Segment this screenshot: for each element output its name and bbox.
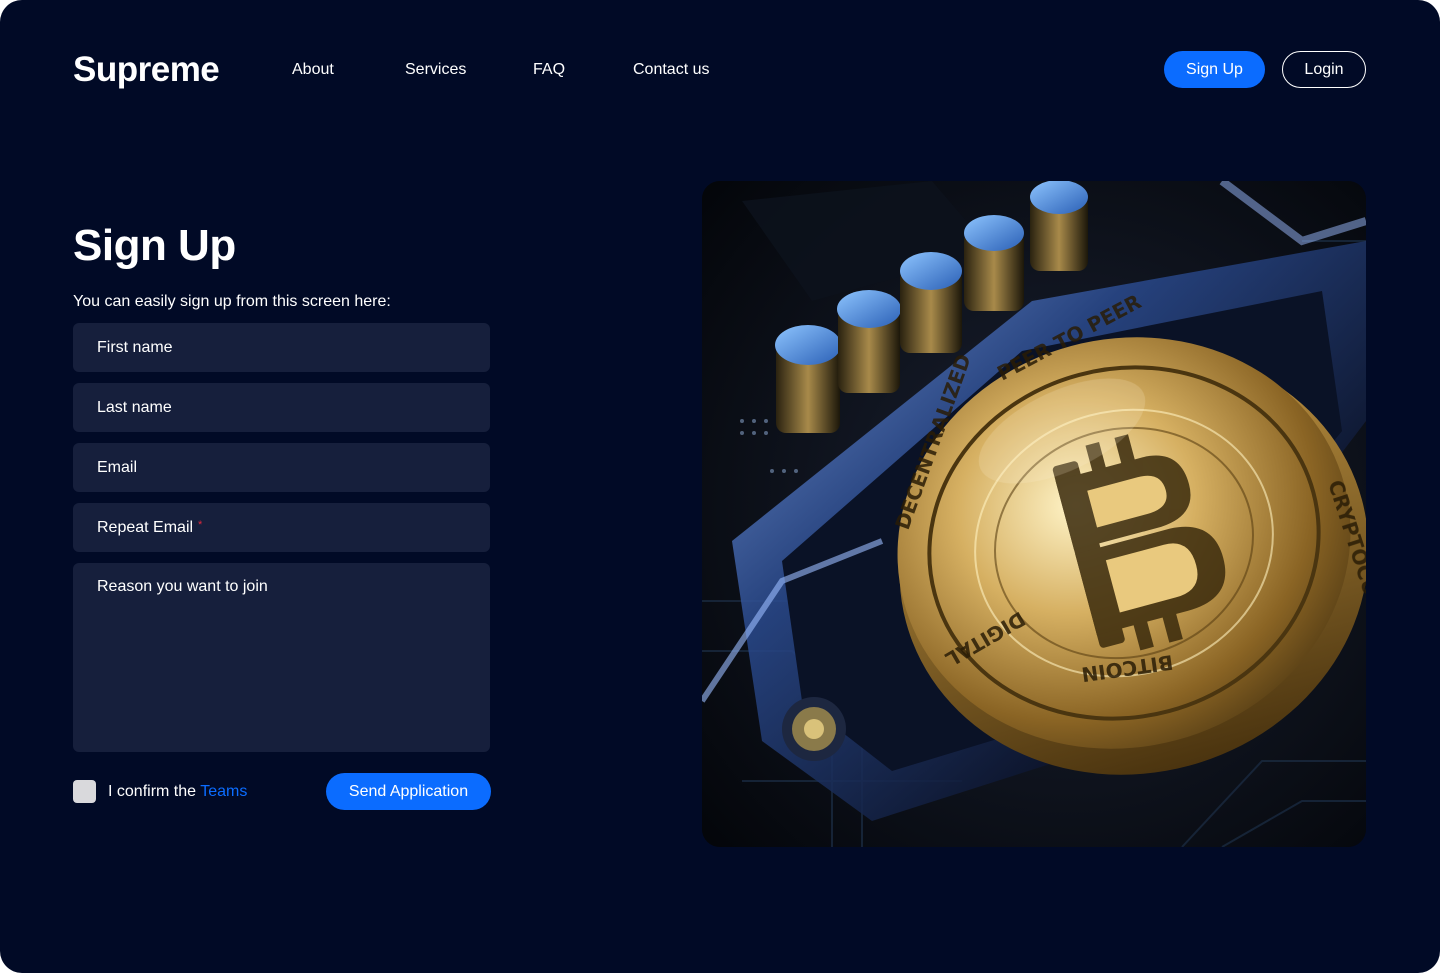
last-name-placeholder: Last name [97, 398, 172, 416]
reason-placeholder: Reason you want to join [97, 578, 268, 595]
bitcoin-coin-photo: PEER TO PEER DECENTRALIZED CRYPTOCURRENC… [702, 181, 1366, 847]
email-placeholder: Email [97, 458, 138, 476]
reason-textarea[interactable]: Reason you want to join [73, 563, 490, 752]
nav-link-contact[interactable]: Contact us [633, 59, 709, 81]
repeat-email-field[interactable]: Repeat Email * [73, 503, 490, 552]
required-marker: * [198, 519, 203, 531]
signup-page: Supreme About Services FAQ Contact us Si… [0, 0, 1440, 973]
brand-logo[interactable]: Supreme [73, 50, 220, 90]
nav-link-about[interactable]: About [292, 59, 334, 81]
first-name-field[interactable]: First name [73, 323, 490, 372]
repeat-email-placeholder: Repeat Email [97, 518, 194, 536]
email-field[interactable]: Email [73, 443, 490, 492]
teams-link[interactable]: Teams [200, 783, 247, 800]
send-application-button[interactable]: Send Application [326, 773, 491, 810]
nav-link-faq[interactable]: FAQ [533, 59, 565, 81]
page-subtitle: You can easily sign up from this screen … [73, 293, 391, 310]
page-title: Sign Up [73, 221, 236, 270]
first-name-placeholder: First name [97, 338, 173, 356]
confirm-label: I confirm the Teams [108, 781, 247, 803]
confirm-checkbox[interactable] [73, 780, 96, 803]
header-signup-button[interactable]: Sign Up [1164, 51, 1265, 88]
bitcoin-photo-illustration: PEER TO PEER DECENTRALIZED CRYPTOCURRENC… [702, 181, 1366, 847]
header-login-button[interactable]: Login [1282, 51, 1366, 88]
last-name-field[interactable]: Last name [73, 383, 490, 432]
confirm-label-text: I confirm the [108, 783, 197, 800]
nav-link-services[interactable]: Services [405, 59, 466, 81]
